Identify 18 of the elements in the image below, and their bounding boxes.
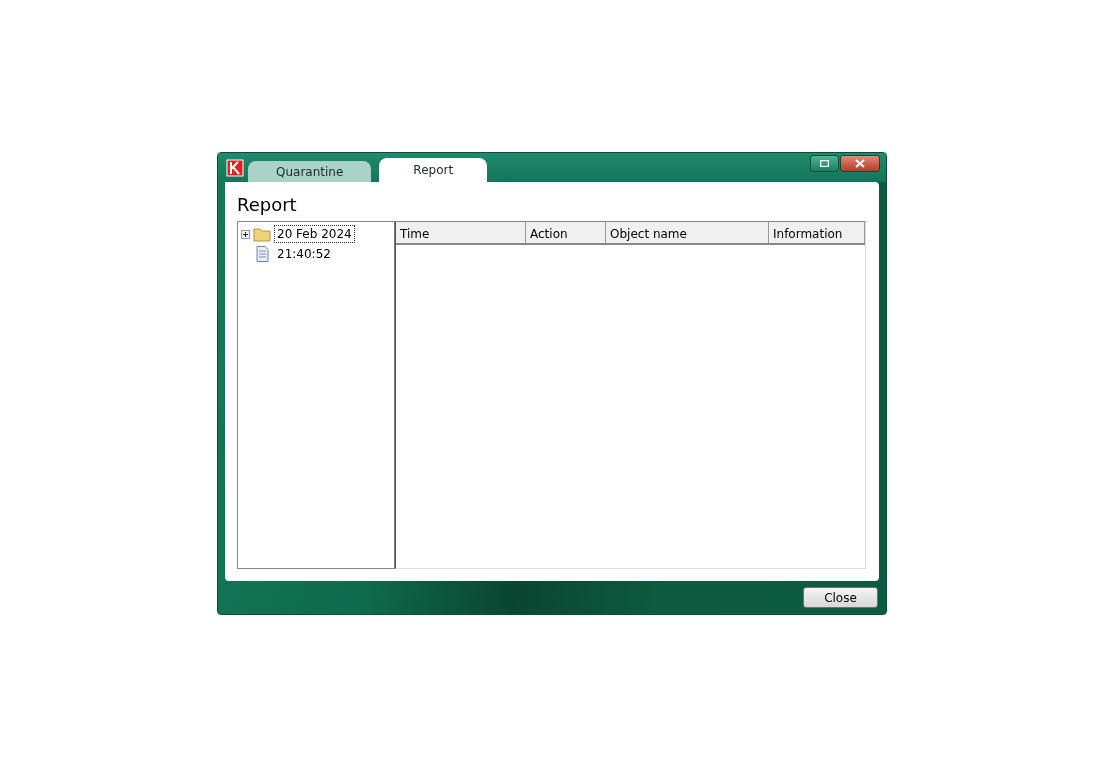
- close-button[interactable]: Close: [803, 587, 878, 608]
- close-icon: [855, 159, 865, 168]
- app-logo-icon: [226, 158, 244, 177]
- maximize-icon: [820, 160, 829, 167]
- column-header[interactable]: Information: [769, 222, 865, 243]
- close-window-button[interactable]: [840, 155, 880, 172]
- column-header[interactable]: Time: [396, 222, 526, 243]
- expand-icon[interactable]: [241, 229, 250, 239]
- page-heading: Report: [237, 194, 298, 215]
- tab[interactable]: Report: [379, 158, 488, 182]
- folder-icon: [253, 226, 271, 242]
- column-header[interactable]: Object name: [606, 222, 769, 243]
- maximize-button[interactable]: [810, 155, 839, 172]
- tree-item[interactable]: 20 Feb 2024: [274, 225, 355, 243]
- column-header[interactable]: Action: [526, 222, 606, 243]
- document-icon: [253, 246, 271, 262]
- tab[interactable]: Quarantine: [248, 161, 372, 182]
- tree-item[interactable]: 21:40:52: [274, 245, 334, 263]
